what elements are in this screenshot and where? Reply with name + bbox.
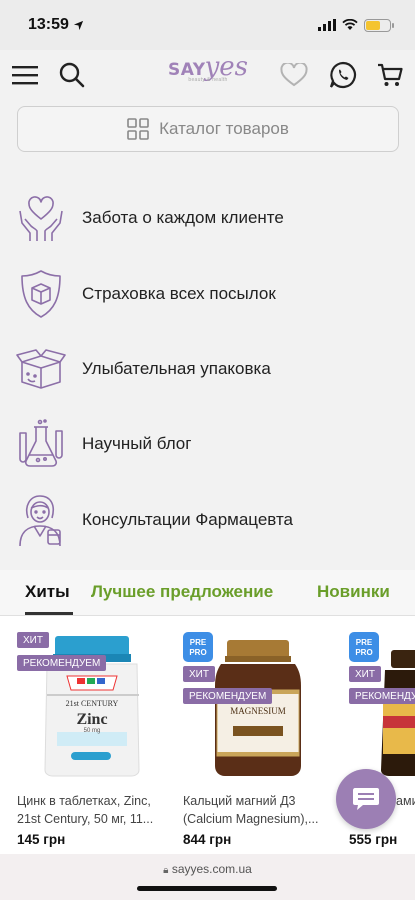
- status-indicators: [318, 18, 394, 32]
- wishlist-button[interactable]: [277, 58, 311, 92]
- home-indicator: [137, 886, 277, 891]
- badge-hit: ХИТ: [17, 632, 49, 648]
- badge-recommended: РЕКОМЕНДУЕМ: [183, 688, 273, 704]
- smiling-box-icon: [16, 341, 66, 397]
- badge-recommended: РЕКОМЕНДУЕМ: [349, 688, 415, 704]
- badge-hit: ХИТ: [349, 666, 381, 682]
- cart-icon: [378, 63, 403, 86]
- feature-label: Консультации Фармацевта: [82, 510, 294, 529]
- site-header: SAY yes beauty & health: [0, 50, 415, 100]
- url-text: sayyes.com.ua: [171, 862, 252, 876]
- status-bar: 13:59: [0, 0, 415, 50]
- lock-icon: 🔒︎: [163, 865, 169, 876]
- menu-button[interactable]: [8, 58, 42, 92]
- feature-item-care: Забота о каждом клиенте: [0, 188, 415, 248]
- pharmacist-icon: [16, 492, 66, 548]
- svg-text:21st CENTURY: 21st CENTURY: [66, 699, 119, 708]
- badge-recommended: РЕКОМЕНДУЕМ: [17, 655, 107, 671]
- chat-icon: [353, 788, 379, 810]
- cellular-signal-icon: [318, 19, 336, 31]
- phone-chat-icon: [329, 61, 357, 89]
- feature-label: Научный блог: [82, 434, 192, 453]
- search-icon: [59, 62, 85, 88]
- feature-label: Страховка всех посылок: [82, 284, 276, 303]
- cart-button[interactable]: [373, 58, 407, 92]
- svg-text:Zinc: Zinc: [76, 711, 107, 728]
- site-logo[interactable]: SAY yes beauty & health: [168, 50, 248, 100]
- product-card[interactable]: MAGNESIUM PRE PRO ХИТ РЕКОМЕНДУЕМ Кальци…: [183, 616, 343, 854]
- tab-best-offer[interactable]: Лучшее предложение: [91, 582, 273, 602]
- svg-text:50 mg: 50 mg: [84, 728, 101, 734]
- wifi-icon: [342, 19, 358, 30]
- chat-button[interactable]: [336, 769, 396, 829]
- grid-icon: [127, 118, 149, 140]
- svg-text:MAGNESIUM: MAGNESIUM: [230, 706, 286, 716]
- product-name: Кальций магний Д3 (Calcium Magnesium),..…: [183, 794, 319, 826]
- tab-hits[interactable]: Хиты: [25, 582, 70, 602]
- feature-label: Забота о каждом клиенте: [82, 208, 284, 227]
- location-arrow-icon: [73, 20, 84, 30]
- product-price: 844 грн: [183, 832, 232, 847]
- feature-label: Улыбательная упаковка: [82, 359, 271, 378]
- pre-pro-badge: PRE PRO: [183, 632, 213, 662]
- catalog-button[interactable]: Каталог товаров: [17, 106, 399, 152]
- lab-flask-icon: [16, 416, 66, 472]
- badge-hit: ХИТ: [183, 666, 215, 682]
- product-tabs: Хиты Лучшее предложение Новинки: [0, 570, 415, 616]
- feature-item-insurance: Страховка всех посылок: [0, 264, 415, 324]
- catalog-label: Каталог товаров: [159, 119, 289, 138]
- pre-pro-badge: PRE PRO: [349, 632, 379, 662]
- product-image: 21st CENTURY Zinc 50 mg: [17, 630, 167, 778]
- status-time: 13:59: [28, 16, 84, 34]
- viber-button[interactable]: [326, 58, 360, 92]
- hands-heart-icon: [16, 190, 66, 246]
- shield-box-icon: [16, 266, 66, 322]
- hamburger-icon: [12, 66, 38, 85]
- tab-new[interactable]: Новинки: [317, 582, 390, 602]
- heart-icon: [280, 63, 308, 87]
- feature-item-packaging: Улыбательная упаковка: [0, 339, 415, 399]
- product-price: 145 грн: [17, 832, 66, 847]
- browser-url-bar[interactable]: 🔒︎ sayyes.com.ua: [0, 854, 415, 900]
- product-price: 555 грн: [349, 832, 398, 847]
- product-name: Цинк в таблетках, Zinc, 21st Century, 50…: [17, 794, 154, 826]
- feature-item-pharmacist: Консультации Фармацевта: [0, 490, 415, 550]
- search-button[interactable]: [55, 58, 89, 92]
- logo-tagline: beauty & health: [188, 77, 228, 83]
- url-display[interactable]: 🔒︎ sayyes.com.ua: [0, 862, 415, 876]
- product-card[interactable]: 21st CENTURY Zinc 50 mg ХИТ РЕКОМЕНДУЕМ …: [17, 616, 177, 854]
- feature-item-blog: Научный блог: [0, 414, 415, 474]
- clock: 13:59: [28, 16, 69, 33]
- battery-icon: [364, 18, 394, 32]
